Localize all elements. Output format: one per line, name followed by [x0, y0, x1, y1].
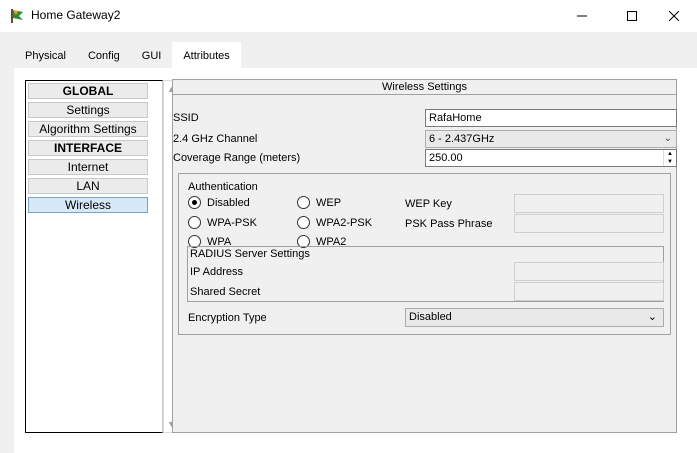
channel-select[interactable]: 6 - 2.437GHz ⌄ [425, 130, 677, 148]
app-icon [11, 9, 23, 23]
chevron-down-icon: ⌄ [647, 311, 657, 323]
radio-unchecked-icon [297, 216, 310, 229]
client-area: Physical Config GUI Attributes GLOBAL Se… [0, 32, 697, 453]
coverage-value: 250.00 [429, 152, 463, 164]
title-bar: Home Gateway2 [0, 0, 697, 32]
sidebar-item-algorithm-settings[interactable]: Algorithm Settings [28, 121, 148, 137]
wep-key-input[interactable] [514, 194, 664, 213]
sidebar-item-wireless[interactable]: Wireless [28, 197, 148, 213]
radio-checked-icon [188, 196, 201, 209]
close-button[interactable] [651, 0, 697, 32]
psk-passphrase-label: PSK Pass Phrase [405, 218, 493, 230]
coverage-spinner[interactable]: 250.00 ▲ ▼ [425, 149, 677, 167]
tab-attributes[interactable]: Attributes [172, 42, 241, 68]
ssid-label: SSID [173, 112, 199, 124]
sidebar-item-internet[interactable]: Internet [28, 159, 148, 175]
coverage-label: Coverage Range (meters) [173, 152, 301, 164]
encryption-type-label: Encryption Type [188, 312, 267, 324]
encryption-type-value: Disabled [409, 311, 452, 323]
wireless-settings-panel: Wireless Settings SSID RafaHome 2.4 GHz … [172, 79, 677, 433]
authentication-title: Authentication [188, 181, 258, 193]
ip-address-input[interactable] [514, 262, 664, 281]
tab-config[interactable]: Config [77, 42, 131, 68]
chevron-down-icon: ⌄ [663, 133, 672, 144]
radio-wep[interactable]: WEP [297, 196, 341, 209]
tab-physical[interactable]: Physical [14, 42, 77, 68]
shared-secret-label: Shared Secret [190, 286, 261, 298]
tab-bar: Physical Config GUI Attributes [14, 42, 241, 68]
maximize-button[interactable] [609, 0, 655, 32]
tab-gui[interactable]: GUI [131, 42, 173, 68]
ip-address-label: IP Address [190, 266, 243, 278]
wireless-settings-title: Wireless Settings [173, 80, 676, 95]
close-icon [669, 11, 679, 21]
authentication-group: Authentication Disabled WEP WEP Key WPA-… [178, 173, 671, 335]
spinner-arrows-icon[interactable]: ▲ ▼ [663, 150, 676, 166]
radio-unchecked-icon [188, 216, 201, 229]
sidebar-item-settings[interactable]: Settings [28, 102, 148, 118]
ssid-input[interactable]: RafaHome [425, 109, 677, 127]
sidebar-list: GLOBAL Settings Algorithm Settings INTER… [25, 80, 163, 433]
channel-label: 2.4 GHz Channel [173, 133, 258, 145]
minimize-icon [577, 15, 587, 17]
config-panel: GLOBAL Settings Algorithm Settings INTER… [14, 68, 697, 453]
maximize-icon [627, 11, 637, 21]
window-title: Home Gateway2 [31, 8, 121, 22]
radio-unchecked-icon [297, 196, 310, 209]
radio-wpa-psk[interactable]: WPA-PSK [188, 216, 257, 229]
radio-disabled[interactable]: Disabled [188, 196, 250, 209]
radius-title: RADIUS Server Settings [190, 248, 310, 260]
encryption-type-select[interactable]: Disabled ⌄ [405, 308, 664, 327]
sidebar-header-interface: INTERFACE [28, 140, 148, 156]
psk-passphrase-input[interactable] [514, 214, 664, 233]
shared-secret-input[interactable] [514, 282, 664, 301]
minimize-button[interactable] [559, 0, 605, 32]
sidebar-item-lan[interactable]: LAN [28, 178, 148, 194]
wep-key-label: WEP Key [405, 198, 452, 210]
channel-value: 6 - 2.437GHz [429, 133, 495, 145]
sidebar-header-global: GLOBAL [28, 83, 148, 99]
radio-wpa2-psk[interactable]: WPA2-PSK [297, 216, 372, 229]
radius-server-group: RADIUS Server Settings IP Address Shared… [187, 246, 664, 302]
